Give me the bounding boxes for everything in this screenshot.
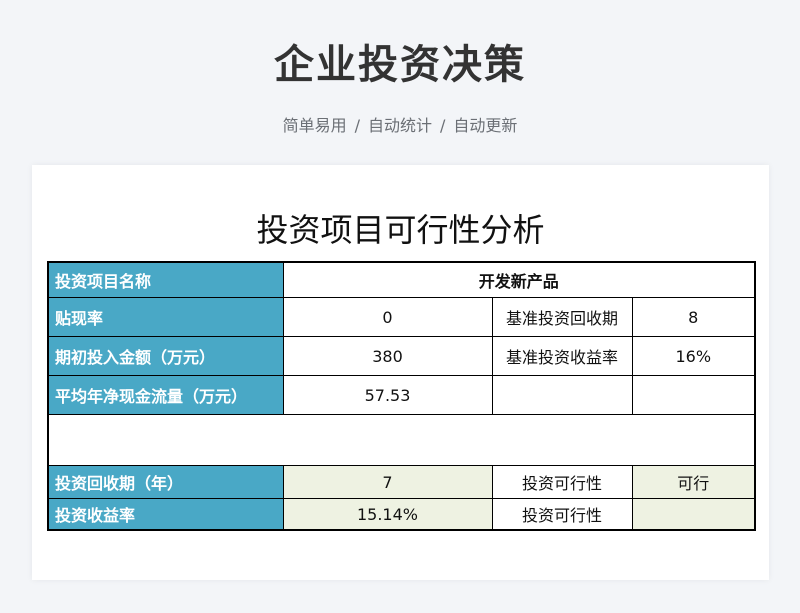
project-name-value[interactable]: 开发新产品 [282, 261, 756, 298]
return-feasibility-value [631, 498, 756, 531]
avg-net-cashflow-label: 平均年净现金流量（万元） [47, 375, 284, 415]
analysis-table: 投资项目名称 开发新产品 贴现率 0 基准投资回收期 8 期初投入金额（万元） … [47, 261, 756, 531]
subtitle-separator: / [440, 116, 446, 135]
payback-period-label: 投资回收期（年） [47, 465, 284, 499]
spacer-cell [47, 414, 756, 466]
sheet-card: 投资项目可行性分析 投资项目名称 开发新产品 贴现率 0 基准投资回收期 8 期… [32, 165, 769, 580]
table-row-payback-period: 投资回收期（年） 7 投资可行性 可行 [47, 465, 756, 499]
initial-investment-value[interactable]: 380 [282, 336, 493, 376]
table-row-avg-net-cashflow: 平均年净现金流量（万元） 57.53 [47, 375, 756, 415]
discount-rate-label: 贴现率 [47, 297, 284, 337]
subtitle-part-auto-update: 自动更新 [453, 116, 518, 135]
return-rate-label: 投资收益率 [47, 498, 284, 531]
return-rate-value: 15.14% [282, 498, 493, 531]
initial-investment-label: 期初投入金额（万元） [47, 336, 284, 376]
benchmark-payback-value[interactable]: 8 [631, 297, 756, 337]
subtitle-part-auto-stats: 自动统计 [367, 116, 432, 135]
payback-period-value: 7 [282, 465, 493, 499]
discount-rate-value[interactable]: 0 [282, 297, 493, 337]
project-name-label: 投资项目名称 [47, 261, 284, 298]
subtitle-part-easy: 简单易用 [282, 116, 347, 135]
avg-net-cashflow-value[interactable]: 57.53 [282, 375, 493, 415]
benchmark-payback-label: 基准投资回收期 [491, 297, 633, 337]
subtitle-separator: / [354, 116, 360, 135]
empty-cell [631, 375, 756, 415]
payback-feasibility-label: 投资可行性 [491, 465, 633, 499]
empty-cell [491, 375, 633, 415]
table-row-initial-investment: 期初投入金额（万元） 380 基准投资收益率 16% [47, 336, 756, 376]
table-row-return-rate: 投资收益率 15.14% 投资可行性 [47, 498, 756, 531]
page-title: 企业投资决策 [274, 42, 526, 88]
table-row-project-name: 投资项目名称 开发新产品 [47, 261, 756, 298]
table-row-discount-rate: 贴现率 0 基准投资回收期 8 [47, 297, 756, 337]
page-subtitle: 简单易用 / 自动统计 / 自动更新 [0, 112, 800, 136]
benchmark-return-value[interactable]: 16% [631, 336, 756, 376]
payback-feasibility-value: 可行 [631, 465, 756, 499]
benchmark-return-label: 基准投资收益率 [491, 336, 633, 376]
table-row-spacer [47, 414, 756, 466]
return-feasibility-label: 投资可行性 [491, 498, 633, 531]
sheet-title: 投资项目可行性分析 [256, 211, 545, 249]
